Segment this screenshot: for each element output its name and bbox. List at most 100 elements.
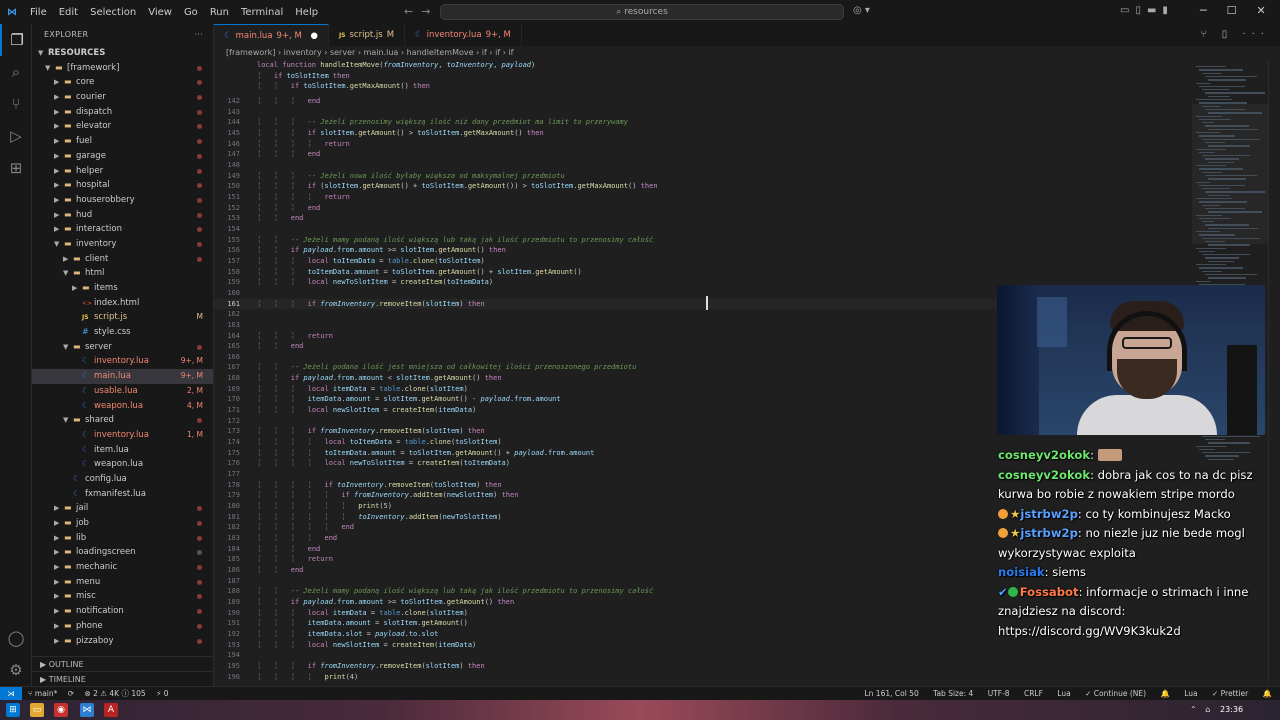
- code-line[interactable]: 146 ╎ ╎ ╎ ╎ return: [214, 139, 1194, 150]
- settings-gear-icon[interactable]: ⚙: [0, 654, 32, 686]
- tree-item[interactable]: ▶ ▬ client: [32, 252, 213, 267]
- tree-item[interactable]: ☾ main.lua 9+, M: [32, 369, 213, 384]
- code-line[interactable]: 158 ╎ ╎ ╎ toItemData.amount = toSlotItem.…: [214, 267, 1194, 278]
- encoding[interactable]: UTF-8: [988, 689, 1010, 698]
- code-line[interactable]: 193 ╎ ╎ ╎ local newSlotItem = createItem(…: [214, 640, 1194, 651]
- explorer-icon[interactable]: ❐: [0, 24, 32, 56]
- tree-item[interactable]: ☾ inventory.lua 9+, M: [32, 354, 213, 369]
- problems-indicator[interactable]: ⊗ 2 ⚠ 4K ⓘ 105: [84, 689, 145, 698]
- tree-item[interactable]: ▼ ▬ inventory: [32, 237, 213, 252]
- code-line[interactable]: 147 ╎ ╎ ╎ end: [214, 149, 1194, 160]
- editor-tab[interactable]: JS script.js M: [329, 24, 406, 46]
- tree-item[interactable]: ▶ ▬ helper: [32, 164, 213, 179]
- app-icon[interactable]: A: [104, 703, 118, 717]
- code-line[interactable]: 145 ╎ ╎ ╎ if slotItem.getAmount() > toSlo…: [214, 128, 1194, 139]
- vertical-scrollbar[interactable]: [1268, 60, 1280, 686]
- tree-item[interactable]: ▶ ▬ hospital: [32, 178, 213, 193]
- editor-tab[interactable]: ☾ main.lua 9+, M ●: [214, 24, 329, 46]
- menu-item[interactable]: Terminal: [235, 7, 289, 18]
- chat-username[interactable]: jstrbw2p: [1020, 507, 1078, 521]
- tree-item[interactable]: ▶ ▬ menu: [32, 575, 213, 590]
- editor-tab[interactable]: ☾ inventory.lua 9+, M: [405, 24, 522, 46]
- unsaved-dot-icon[interactable]: ●: [308, 31, 318, 41]
- code-line[interactable]: 156 ╎ ╎ if payload.from.amount >= slotIte…: [214, 245, 1194, 256]
- copilot-icon[interactable]: ◎ ▾: [853, 5, 870, 16]
- tree-item[interactable]: ▶ ▬ courier: [32, 90, 213, 105]
- tree-item[interactable]: ▶ ▬ jail: [32, 501, 213, 516]
- remote-icon[interactable]: ⋊: [0, 687, 22, 701]
- tree-item[interactable]: ▼ ▬ server: [32, 340, 213, 355]
- chat-username[interactable]: jstrbw2p: [1020, 526, 1078, 540]
- sticky-scroll-line[interactable]: local function handleItemMove(fromInvent…: [214, 60, 1194, 71]
- code-line[interactable]: 151 ╎ ╎ ╎ ╎ return: [214, 192, 1194, 203]
- tree-item[interactable]: ▶ ▬ phone: [32, 619, 213, 634]
- menu-item[interactable]: Edit: [53, 7, 84, 18]
- menu-item[interactable]: View: [142, 7, 178, 18]
- lua-status[interactable]: 🔔 Lua: [1160, 689, 1197, 698]
- breadcrumb[interactable]: [framework] › inventory › server › main.…: [214, 46, 1280, 60]
- editor-actions[interactable]: ⑂ ▯ ···: [1201, 29, 1270, 40]
- menu-item[interactable]: Run: [204, 7, 235, 18]
- continue-status[interactable]: ✓ Continue (NE): [1085, 689, 1146, 698]
- tree-item[interactable]: ☾ fxmanifest.lua: [32, 487, 213, 502]
- tab-size[interactable]: Tab Size: 4: [933, 689, 973, 698]
- tree-item[interactable]: # style.css: [32, 325, 213, 340]
- tree-item[interactable]: ▶ ▬ dispatch: [32, 105, 213, 120]
- code-line[interactable]: 144 ╎ ╎ ╎ -- Jeżeli przenosimy większą il…: [214, 117, 1194, 128]
- tree-item[interactable]: ▶ ▬ core: [32, 75, 213, 90]
- tree-item[interactable]: ▶ ▬ loadingscreen: [32, 545, 213, 560]
- menu-item[interactable]: Selection: [84, 7, 142, 18]
- workspace-root[interactable]: ▼ RESOURCES: [32, 46, 213, 61]
- language-mode[interactable]: Lua: [1057, 689, 1070, 698]
- tree-item[interactable]: ▶ ▬ mechanic: [32, 560, 213, 575]
- tree-item[interactable]: ▶ ▬ pizzaboy: [32, 634, 213, 649]
- run-debug-icon[interactable]: ▷: [0, 120, 32, 152]
- command-center-search[interactable]: ⌕ resources: [440, 4, 844, 20]
- tree-item[interactable]: ▶ ▬ misc: [32, 589, 213, 604]
- tree-item[interactable]: ☾ weapon.lua: [32, 457, 213, 472]
- extensions-icon[interactable]: ⊞: [0, 152, 32, 184]
- tree-item[interactable]: <> index.html: [32, 296, 213, 311]
- chat-username[interactable]: cosneyv2okok: [998, 468, 1090, 482]
- search-icon[interactable]: ⌕: [0, 56, 32, 88]
- code-line[interactable]: 154: [214, 224, 1194, 235]
- code-line[interactable]: 157 ╎ ╎ ╎ local toItemData = table.clone(…: [214, 256, 1194, 267]
- code-line[interactable]: 143: [214, 107, 1194, 118]
- vscode-taskbar-icon[interactable]: ⋈: [80, 703, 94, 717]
- tree-item[interactable]: ▶ ▬ lib: [32, 531, 213, 546]
- source-control-icon[interactable]: ⑂: [0, 88, 32, 120]
- tree-item[interactable]: ▶ ▬ interaction: [32, 222, 213, 237]
- cursor-position[interactable]: Ln 161, Col 50: [864, 689, 918, 698]
- tree-item[interactable]: ☾ usable.lua 2, M: [32, 384, 213, 399]
- tree-item[interactable]: ☾ weapon.lua 4, M: [32, 399, 213, 414]
- prettier-status[interactable]: ✓ Prettier: [1212, 689, 1248, 698]
- history-nav[interactable]: ←→: [404, 5, 438, 18]
- timeline-section[interactable]: ▶ TIMELINE: [32, 671, 214, 686]
- tree-item[interactable]: ▶ ▬ job: [32, 516, 213, 531]
- more-actions-icon[interactable]: ···: [194, 24, 203, 46]
- start-icon[interactable]: ⊞: [6, 703, 20, 717]
- tree-item[interactable]: ▶ ▬ notification: [32, 604, 213, 619]
- tree-item[interactable]: ▶ ▬ items: [32, 281, 213, 296]
- tree-item[interactable]: ▼ ▬ shared: [32, 413, 213, 428]
- ports-indicator[interactable]: ⚡ 0: [156, 689, 168, 698]
- notifications-icon[interactable]: 🔔: [1263, 689, 1272, 698]
- branch-indicator[interactable]: ⑂ main* ⟳: [28, 689, 74, 698]
- tree-item[interactable]: ☾ item.lua: [32, 443, 213, 458]
- code-line[interactable]: 150 ╎ ╎ ╎ if (slotItem.getAmount() + toSl…: [214, 181, 1194, 192]
- tree-item[interactable]: ☾ config.lua: [32, 472, 213, 487]
- code-line[interactable]: 195 ╎ ╎ ╎ if fromInventory.removeItem(slo…: [214, 661, 1194, 672]
- code-line[interactable]: 194: [214, 650, 1194, 661]
- tree-item[interactable]: ▶ ▬ elevator: [32, 119, 213, 134]
- layout-controls[interactable]: ▭▯▬▮: [1120, 5, 1174, 16]
- code-line[interactable]: 148: [214, 160, 1194, 171]
- tree-item[interactable]: ▼ ▬ html: [32, 266, 213, 281]
- code-line[interactable]: 153 ╎ ╎ end: [214, 213, 1194, 224]
- line-ending[interactable]: CRLF: [1024, 689, 1043, 698]
- sticky-scroll-line[interactable]: ╎ if toSlotItem then: [214, 70, 1194, 82]
- code-line[interactable]: 155 ╎ ╎ -- Jeżeli mamy podaną ilość więks…: [214, 235, 1194, 246]
- tree-item[interactable]: ▼ ▬ [framework]: [32, 61, 213, 76]
- sticky-scroll-line[interactable]: ╎ ╎ if toSlotItem.getMaxAmount() then: [214, 81, 1194, 92]
- menu-item[interactable]: Go: [178, 7, 204, 18]
- code-line[interactable]: 152 ╎ ╎ ╎ end: [214, 203, 1194, 214]
